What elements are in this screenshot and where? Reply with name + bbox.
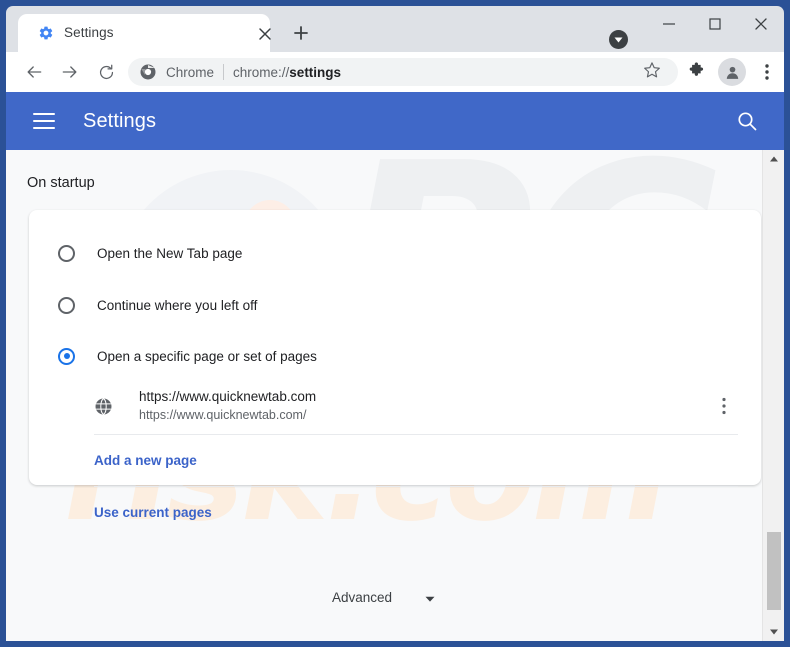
three-dot-menu-icon[interactable] bbox=[715, 395, 733, 417]
advanced-label: Advanced bbox=[332, 590, 392, 605]
startup-page-texts: https://www.quicknewtab.com https://www.… bbox=[139, 387, 316, 425]
minimize-icon[interactable] bbox=[646, 6, 692, 42]
advanced-toggle[interactable]: Advanced bbox=[6, 590, 762, 605]
reload-icon[interactable] bbox=[89, 55, 123, 89]
three-dot-menu-icon[interactable] bbox=[756, 60, 778, 84]
on-startup-card: Open the New Tab page Continue where you… bbox=[29, 210, 761, 485]
startup-option-specific-page[interactable]: Open a specific page or set of pages bbox=[29, 330, 761, 382]
page-title: Settings bbox=[83, 110, 156, 133]
back-arrow-icon[interactable] bbox=[17, 55, 51, 89]
caret-down-icon[interactable] bbox=[763, 623, 784, 641]
startup-option-continue[interactable]: Continue where you left off bbox=[29, 279, 761, 331]
use-current-pages-button[interactable]: Use current pages bbox=[29, 486, 761, 538]
add-a-new-page-label: Add a new page bbox=[94, 453, 197, 468]
startup-page-url: https://www.quicknewtab.com/ bbox=[139, 406, 316, 425]
globe-icon bbox=[94, 397, 113, 416]
chrome-logo-icon bbox=[140, 64, 156, 80]
omnibox-url: chrome://settings bbox=[233, 65, 341, 80]
radio-button[interactable] bbox=[58, 245, 75, 262]
new-tab-button[interactable] bbox=[286, 18, 316, 48]
radio-button[interactable] bbox=[58, 297, 75, 314]
avatar-icon[interactable] bbox=[718, 58, 746, 86]
forward-arrow-icon[interactable] bbox=[53, 55, 87, 89]
tab-strip: Settings bbox=[6, 6, 784, 52]
chevron-down-icon bbox=[424, 592, 436, 604]
section-title: On startup bbox=[27, 175, 95, 191]
startup-page-entry: https://www.quicknewtab.com https://www.… bbox=[29, 377, 761, 435]
startup-option-label: Continue where you left off bbox=[97, 298, 257, 313]
startup-option-label: Open a specific page or set of pages bbox=[97, 349, 317, 364]
scrollbar-thumb[interactable] bbox=[767, 532, 781, 610]
omnibox-url-prefix: chrome:// bbox=[233, 65, 289, 80]
close-icon[interactable] bbox=[738, 6, 784, 42]
use-current-pages-label: Use current pages bbox=[94, 505, 212, 520]
hamburger-icon[interactable] bbox=[33, 113, 55, 129]
omnibox-chip-label: Chrome bbox=[166, 65, 214, 80]
vertical-scrollbar[interactable] bbox=[762, 150, 784, 641]
address-bar[interactable]: Chrome chrome://settings bbox=[128, 58, 678, 86]
startup-option-new-tab[interactable]: Open the New Tab page bbox=[29, 227, 761, 279]
browser-window: Settings bbox=[0, 0, 790, 647]
close-icon[interactable] bbox=[256, 25, 274, 43]
startup-page-title: https://www.quicknewtab.com bbox=[139, 387, 316, 406]
tab-settings[interactable]: Settings bbox=[18, 14, 270, 52]
window-controls bbox=[646, 6, 784, 52]
maximize-icon[interactable] bbox=[692, 6, 738, 42]
gear-icon bbox=[38, 25, 54, 41]
radio-button-selected[interactable] bbox=[58, 348, 75, 365]
tab-title: Settings bbox=[64, 25, 114, 40]
search-icon[interactable] bbox=[736, 110, 758, 132]
startup-option-label: Open the New Tab page bbox=[97, 246, 242, 261]
settings-header: Settings bbox=[6, 92, 784, 150]
omnibox-url-path: settings bbox=[289, 65, 341, 80]
star-icon[interactable] bbox=[642, 60, 666, 84]
download-icon[interactable] bbox=[609, 30, 628, 49]
settings-content: PC risk.com On startup Open the New Tab … bbox=[6, 150, 784, 641]
add-a-new-page-button[interactable]: Add a new page bbox=[29, 434, 761, 486]
puzzle-icon[interactable] bbox=[686, 61, 708, 83]
omnibox-separator bbox=[223, 64, 224, 80]
caret-up-icon[interactable] bbox=[763, 150, 784, 168]
browser-toolbar: Chrome chrome://settings bbox=[6, 52, 784, 92]
